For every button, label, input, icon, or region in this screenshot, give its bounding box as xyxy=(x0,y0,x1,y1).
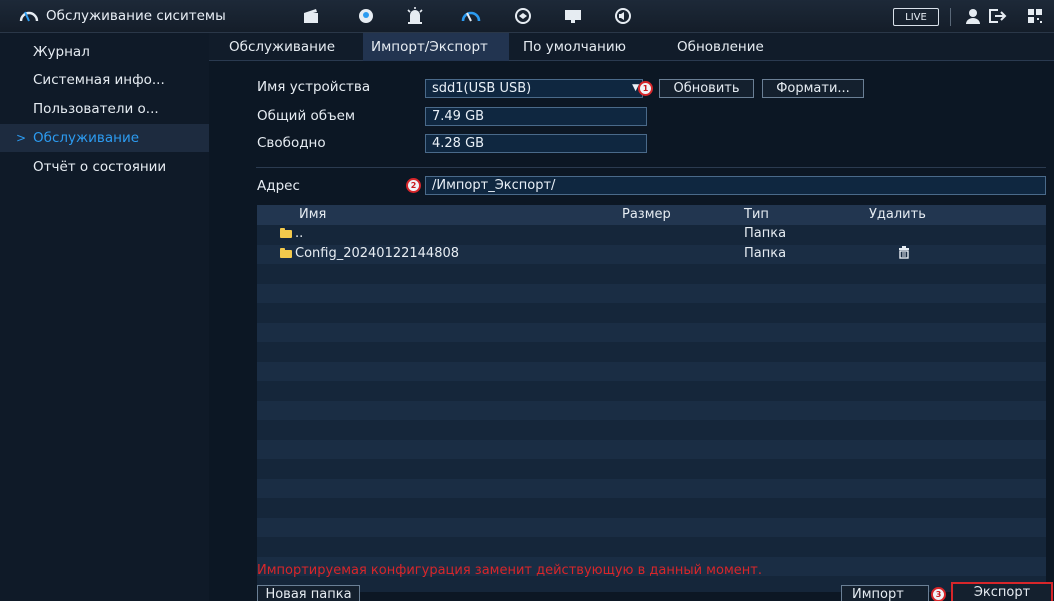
user-icon[interactable] xyxy=(962,6,984,26)
table-row-empty xyxy=(257,264,1046,284)
sidebar-item-status-report[interactable]: Отчёт о состоянии xyxy=(0,153,209,181)
table-row-empty xyxy=(257,303,1046,323)
device-select[interactable]: sdd1(USB USB) ▼ xyxy=(425,79,643,98)
footer-bar: Новая папка Импорт 3 Экспорт xyxy=(209,581,1054,601)
column-name-header: Имя xyxy=(299,207,327,222)
column-size-header: Размер xyxy=(622,207,671,222)
table-row-empty xyxy=(257,439,1046,459)
folder-icon xyxy=(280,228,292,238)
table-row[interactable]: .. Папка xyxy=(257,225,1046,245)
face-icon[interactable] xyxy=(355,6,377,26)
page-title: Обслуживание сиситемы xyxy=(46,8,226,24)
chevron-right-icon: > xyxy=(16,131,27,145)
device-select-value: sdd1(USB USB) xyxy=(432,81,532,96)
logout-icon[interactable] xyxy=(986,6,1008,26)
sidebar-item-label: Отчёт о состоянии xyxy=(33,159,167,175)
speaker-icon[interactable] xyxy=(612,6,634,26)
row-name: Config_20240122144808 xyxy=(295,245,460,261)
row-name: .. xyxy=(295,226,304,241)
alarm-icon[interactable] xyxy=(404,6,426,26)
monitor-icon[interactable] xyxy=(562,6,584,26)
table-row-empty xyxy=(257,361,1046,381)
device-name-label: Имя устройства xyxy=(257,79,371,95)
step-badge-3: 3 xyxy=(931,587,946,601)
table-row-empty xyxy=(257,381,1046,401)
trash-icon[interactable] xyxy=(898,245,910,262)
tab-update[interactable]: Обновление xyxy=(669,33,772,61)
total-size-label: Общий объем xyxy=(257,108,356,124)
column-delete-header: Удалить xyxy=(869,207,926,222)
table-row[interactable]: Config_20240122144808 Папка xyxy=(257,244,1046,264)
sidebar-item-maintenance[interactable]: > Обслуживание xyxy=(0,124,209,152)
total-size-field: 7.49 GB xyxy=(425,107,647,126)
table-row-empty xyxy=(257,322,1046,342)
sidebar: Журнал Системная инфо... Пользователи о.… xyxy=(0,33,209,601)
sidebar-item-label: Пользователи о... xyxy=(33,101,159,117)
column-type-header: Тип xyxy=(744,207,769,222)
refresh-button[interactable]: Обновить xyxy=(659,79,754,98)
sidebar-item-system-info[interactable]: Системная инфо... xyxy=(0,66,209,94)
table-row-empty xyxy=(257,283,1046,303)
sidebar-item-users[interactable]: Пользователи о... xyxy=(0,95,209,123)
import-button-label: Импорт xyxy=(852,587,904,601)
free-space-field: 4.28 GB xyxy=(425,134,647,153)
step-badge-1: 1 xyxy=(638,81,653,96)
table-header: Имя Размер Тип Удалить xyxy=(257,205,1046,225)
gauge2-icon[interactable] xyxy=(460,6,482,26)
divider xyxy=(256,167,1046,168)
table-row-empty xyxy=(257,459,1046,479)
row-type: Папка xyxy=(744,226,787,241)
import-button[interactable]: Импорт xyxy=(841,585,929,601)
sidebar-item-label: Обслуживание xyxy=(33,130,140,146)
table-row-empty xyxy=(257,420,1046,440)
new-folder-button[interactable]: Новая папка xyxy=(257,585,360,601)
free-space-label: Свободно xyxy=(257,135,326,151)
sync-icon[interactable] xyxy=(512,6,534,26)
import-export-panel: Имя устройства sdd1(USB USB) ▼ 1 Обновит… xyxy=(209,61,1054,601)
tab-bar: Обслуживание Импорт/Экспорт По умолчанию… xyxy=(209,33,1054,61)
sidebar-item-label: Журнал xyxy=(33,44,90,60)
clapper-icon[interactable] xyxy=(300,6,322,26)
qr-icon[interactable] xyxy=(1024,6,1046,26)
row-type: Папка xyxy=(744,245,787,261)
sidebar-item-journal[interactable]: Журнал xyxy=(0,38,209,66)
table-row-empty xyxy=(257,537,1046,557)
address-input[interactable]: /Импорт_Экспорт/ xyxy=(425,176,1046,195)
table-row-empty xyxy=(257,342,1046,362)
table-row-empty xyxy=(257,517,1046,537)
tab-maintenance[interactable]: Обслуживание xyxy=(221,33,343,61)
header-divider xyxy=(950,8,951,26)
step-badge-2: 2 xyxy=(406,178,421,193)
table-row-empty xyxy=(257,400,1046,420)
live-button[interactable]: LIVE xyxy=(893,8,939,26)
export-button[interactable]: Экспорт xyxy=(951,582,1053,601)
table-row-empty xyxy=(257,478,1046,498)
tab-import-export[interactable]: Импорт/Экспорт xyxy=(363,33,509,61)
top-bar: Обслуживание сиситемы LIVE xyxy=(0,0,1054,33)
address-label: Адрес xyxy=(257,178,300,194)
file-table: Имя Размер Тип Удалить .. Папка Config_2… xyxy=(257,205,1046,592)
table-row-empty xyxy=(257,498,1046,518)
tab-defaults[interactable]: По умолчанию xyxy=(515,33,634,61)
sidebar-item-label: Системная инфо... xyxy=(33,72,165,88)
folder-icon xyxy=(280,247,292,258)
gauge-icon xyxy=(18,6,40,26)
format-button[interactable]: Формати... xyxy=(762,79,864,98)
warning-message: Импортируемая конфигурация заменит дейст… xyxy=(257,563,762,578)
